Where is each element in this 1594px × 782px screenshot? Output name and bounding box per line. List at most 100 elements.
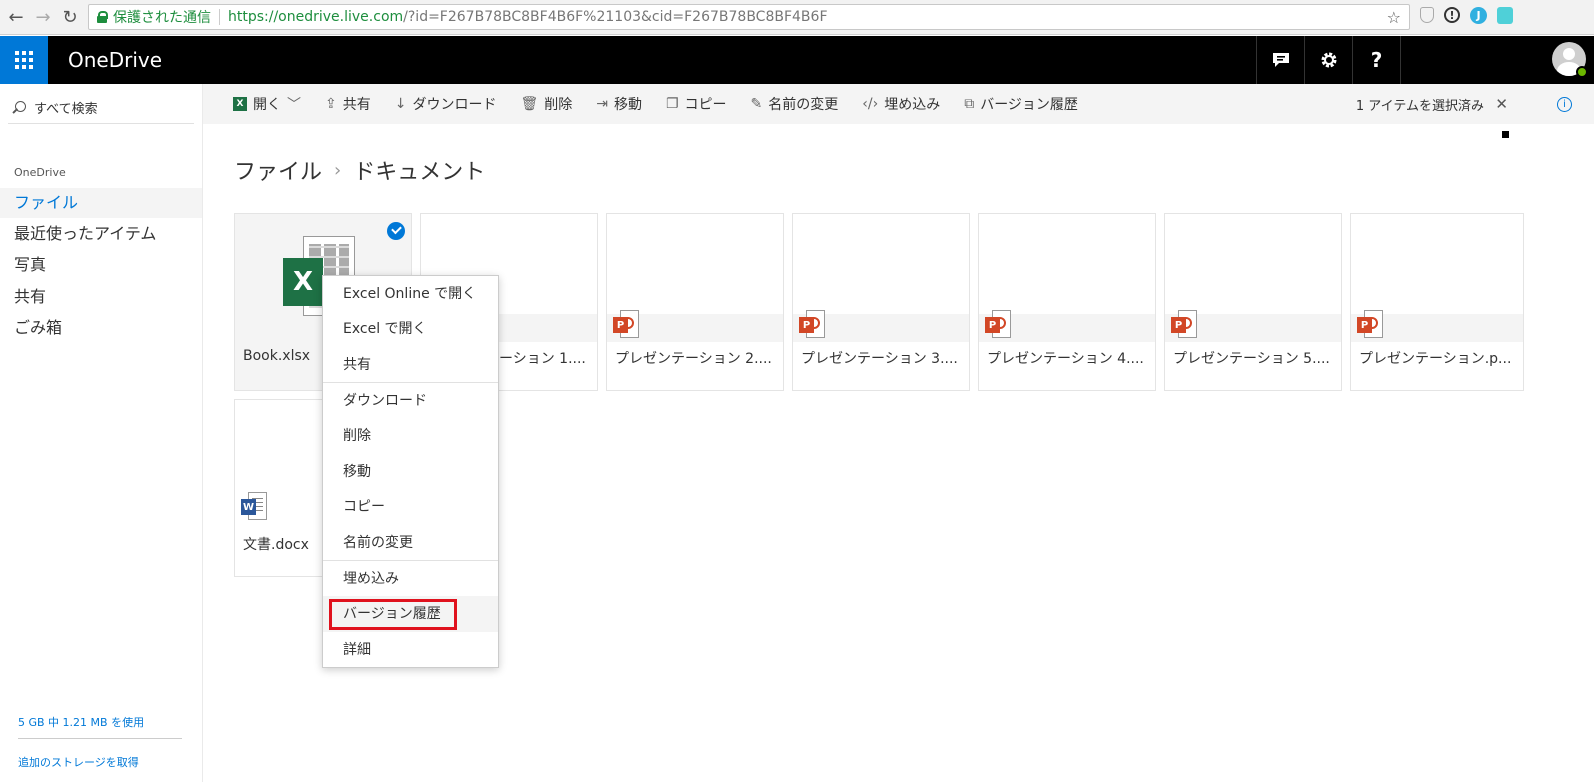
powerpoint-file-icon: P <box>985 310 1011 338</box>
settings-gear-icon[interactable] <box>1304 36 1352 84</box>
presence-status-icon <box>1576 66 1588 78</box>
storage-quota[interactable]: 5 GB 中 1.21 MB を使用 <box>18 714 144 730</box>
file-tile-powerpoint[interactable]: P プレゼンテーション 5.... <box>1164 213 1342 391</box>
search-placeholder: すべて検索 <box>34 102 98 117</box>
delete-label: 削除 <box>544 97 573 113</box>
copy-icon: ❐ <box>665 96 679 112</box>
sidebar-item-photos[interactable]: 写真 <box>0 250 202 280</box>
sidebar-item-recent[interactable]: 最近使ったアイテム <box>0 219 202 249</box>
menu-item-version-history[interactable]: バージョン履歴 <box>323 596 498 632</box>
menu-item-embed[interactable]: 埋め込み <box>323 561 498 597</box>
file-tile-powerpoint[interactable]: P プレゼンテーション 3.... <box>792 213 970 391</box>
url-path: /?id=F267B78BC8BF4B6F%21103&cid=F267B78B… <box>403 9 828 25</box>
pencil-icon: ✎ <box>750 96 763 112</box>
copy-button[interactable]: ❐ コピー <box>666 94 727 114</box>
share-icon: ⇪ <box>325 96 337 112</box>
back-icon[interactable]: ← <box>3 4 29 30</box>
copy-label: コピー <box>684 97 727 113</box>
menu-item-download[interactable]: ダウンロード <box>323 383 498 419</box>
search-box[interactable]: すべて検索 <box>8 92 194 124</box>
word-file-icon: W <box>241 492 267 520</box>
suite-bar: OneDrive ? <box>0 36 1594 84</box>
bag-extension-icon[interactable] <box>1497 7 1513 24</box>
extension-icons: ! J <box>1420 7 1513 24</box>
file-tile-powerpoint[interactable]: P プレゼンテーション.p... <box>1350 213 1524 391</box>
rename-label: 名前の変更 <box>768 97 839 113</box>
suitebar-spacer <box>1400 36 1401 84</box>
file-tile-powerpoint[interactable]: P プレゼンテーション 4.... <box>978 213 1156 391</box>
trash-icon: 🗑 <box>520 96 539 112</box>
version-history-label: バージョン履歴 <box>980 97 1078 113</box>
breadcrumb: ファイル › ドキュメント <box>234 154 485 186</box>
shield-extension-icon[interactable] <box>1420 7 1434 23</box>
open-button[interactable]: X 開く ﹀ <box>233 94 301 114</box>
menu-item-open-excel-online[interactable]: Excel Online で開く <box>323 276 498 312</box>
download-label: ダウンロード <box>412 97 497 113</box>
sidebar-item-files[interactable]: ファイル <box>0 188 202 218</box>
bookmark-star-icon[interactable]: ☆ <box>1387 8 1401 27</box>
menu-item-move[interactable]: 移動 <box>323 454 498 490</box>
menu-item-copy[interactable]: コピー <box>323 489 498 525</box>
move-label: 移動 <box>613 97 642 113</box>
breadcrumb-documents: ドキュメント <box>353 160 486 185</box>
rename-button[interactable]: ✎ 名前の変更 <box>751 94 839 114</box>
app-title[interactable]: OneDrive <box>68 48 162 72</box>
share-label: 共有 <box>342 97 371 113</box>
info-extension-icon[interactable]: ! <box>1444 7 1460 23</box>
file-name: プレゼンテーション.p... <box>1359 351 1512 367</box>
divider <box>219 9 220 25</box>
file-tile-powerpoint[interactable]: P プレゼンテーション 2.... <box>606 213 784 391</box>
app-launcher-icon[interactable] <box>0 36 48 84</box>
version-history-button[interactable]: ⧉ バージョン履歴 <box>964 94 1078 114</box>
menu-item-open-excel[interactable]: Excel で開く <box>323 311 498 347</box>
nav-section-label: OneDrive <box>14 166 66 179</box>
reload-icon[interactable]: ↻ <box>57 4 83 30</box>
powerpoint-file-icon: P <box>1171 310 1197 338</box>
get-more-storage-link[interactable]: 追加のストレージを取得 <box>18 754 139 770</box>
open-label: 開く <box>253 97 281 113</box>
highlight-annotation <box>329 599 457 630</box>
embed-label: 埋め込み <box>884 97 941 113</box>
file-name: プレゼンテーション 3.... <box>801 351 958 367</box>
info-icon[interactable]: i <box>1557 96 1572 112</box>
selection-count: 1 アイテムを選択済み <box>1355 98 1484 114</box>
sidebar-item-recycle-bin[interactable]: ごみ箱 <box>0 313 202 343</box>
download-icon: ↓ <box>394 96 407 112</box>
status-marker <box>1502 131 1509 138</box>
lock-icon <box>97 11 108 23</box>
divider <box>18 738 182 739</box>
move-button[interactable]: ⇥ 移動 <box>596 94 642 114</box>
code-icon: ‹/› <box>862 96 879 112</box>
left-navigation: すべて検索 OneDrive ファイル 最近使ったアイテム 写真 共有 ごみ箱 … <box>0 84 203 782</box>
j-extension-icon[interactable]: J <box>1470 7 1487 24</box>
share-button[interactable]: ⇪ 共有 <box>325 94 371 114</box>
move-icon: ⇥ <box>596 96 608 112</box>
file-name: プレゼンテーション 2.... <box>615 351 772 367</box>
excel-icon: X <box>233 97 247 111</box>
breadcrumb-files[interactable]: ファイル <box>234 154 322 186</box>
powerpoint-file-icon: P <box>1357 310 1383 338</box>
feedback-icon[interactable] <box>1256 36 1304 84</box>
help-icon[interactable]: ? <box>1352 36 1400 84</box>
delete-button[interactable]: 🗑 削除 <box>520 94 572 114</box>
forward-icon[interactable]: → <box>30 4 56 30</box>
file-name: プレゼンテーション 4.... <box>987 351 1144 367</box>
chevron-down-icon: ﹀ <box>287 97 301 113</box>
powerpoint-file-icon: P <box>799 310 825 338</box>
menu-item-details[interactable]: 詳細 <box>323 632 498 668</box>
url-host: https://onedrive.live.com <box>228 9 404 25</box>
embed-button[interactable]: ‹/› 埋め込み <box>862 94 940 114</box>
selected-check-icon[interactable] <box>387 222 405 240</box>
chevron-right-icon: › <box>334 159 342 181</box>
search-icon <box>12 100 26 115</box>
menu-item-rename[interactable]: 名前の変更 <box>323 525 498 561</box>
context-menu: Excel Online で開く Excel で開く 共有 ダウンロード 削除 … <box>322 275 499 668</box>
sidebar-item-shared[interactable]: 共有 <box>0 282 202 312</box>
powerpoint-file-icon: P <box>613 310 639 338</box>
menu-item-share[interactable]: 共有 <box>323 347 498 383</box>
address-bar[interactable]: 保護された通信 https://onedrive.live.com/?id=F2… <box>88 4 1410 30</box>
download-button[interactable]: ↓ ダウンロード <box>395 94 497 114</box>
command-bar: X 開く ﹀ ⇪ 共有 ↓ ダウンロード 🗑 削除 ⇥ 移動 ❐ コピー ✎ 名… <box>203 84 1594 124</box>
menu-item-delete[interactable]: 削除 <box>323 418 498 454</box>
clear-selection-close-icon[interactable]: ✕ <box>1495 95 1508 113</box>
